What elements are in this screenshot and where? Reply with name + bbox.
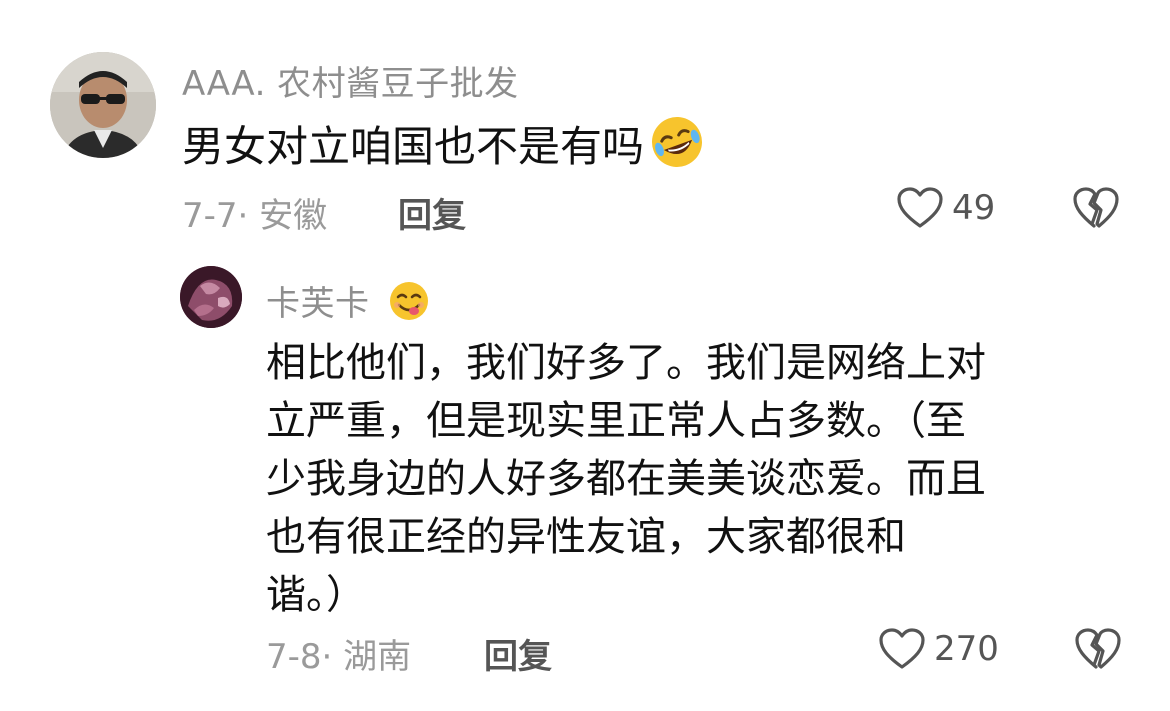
reply-avatar[interactable] xyxy=(180,266,242,328)
comment-text-content: 男女对立咱国也不是有吗 xyxy=(182,122,645,171)
reply-item: 卡芙卡 相比他们，我们好多了。我们是网络上对 立严重，但是现实里正常人占多数。（… xyxy=(0,250,1170,711)
reply-username-text: 卡芙卡 xyxy=(266,284,370,324)
dislike-button[interactable] xyxy=(1072,186,1120,234)
rofl-emoji-icon xyxy=(648,113,706,186)
like-button[interactable]: 49 xyxy=(896,186,995,230)
reply-date-location: 7-8· 湖南 xyxy=(266,637,412,677)
reply-text-line: 谐。） xyxy=(266,572,366,618)
like-count: 49 xyxy=(952,188,996,228)
heart-outline-icon xyxy=(897,187,943,228)
comment-date-location: 7-7· 安徽 xyxy=(182,196,328,236)
reply-text-line: 相比他们，我们好多了。我们是网络上对 xyxy=(266,340,986,386)
avatar-image xyxy=(180,266,242,328)
comment-username[interactable]: AAA. 农村酱豆子批发 xyxy=(182,56,519,105)
reply-text-line: 也有很正经的异性友谊，大家都很和 xyxy=(266,514,906,560)
reply-reply-button[interactable]: 回复 xyxy=(484,629,552,678)
heart-outline-icon xyxy=(879,628,925,669)
reply-username[interactable]: 卡芙卡 xyxy=(266,276,431,332)
reply-text-line: 少我身边的人好多都在美美谈恋爱。而且 xyxy=(266,456,986,502)
reply-dislike-button[interactable] xyxy=(1074,627,1122,675)
avatar-photo xyxy=(50,52,156,158)
comment-text: 男女对立咱国也不是有吗 xyxy=(182,113,706,186)
broken-heart-icon xyxy=(1075,628,1121,669)
reply-text-line: 立严重，但是现实里正常人占多数。（至 xyxy=(266,398,966,444)
reply-like-count: 270 xyxy=(934,629,999,669)
comment-item: AAA. 农村酱豆子批发 男女对立咱国也不是有吗 7-7· 安徽 回复 49 xyxy=(0,0,1170,250)
reply-button[interactable]: 回复 xyxy=(398,188,466,237)
yum-emoji-icon xyxy=(387,279,431,332)
broken-heart-icon xyxy=(1073,187,1119,228)
reply-like-button[interactable]: 270 xyxy=(878,627,999,671)
avatar[interactable] xyxy=(50,52,156,158)
reply-text: 相比他们，我们好多了。我们是网络上对 立严重，但是现实里正常人占多数。（至 少我… xyxy=(266,334,1096,624)
